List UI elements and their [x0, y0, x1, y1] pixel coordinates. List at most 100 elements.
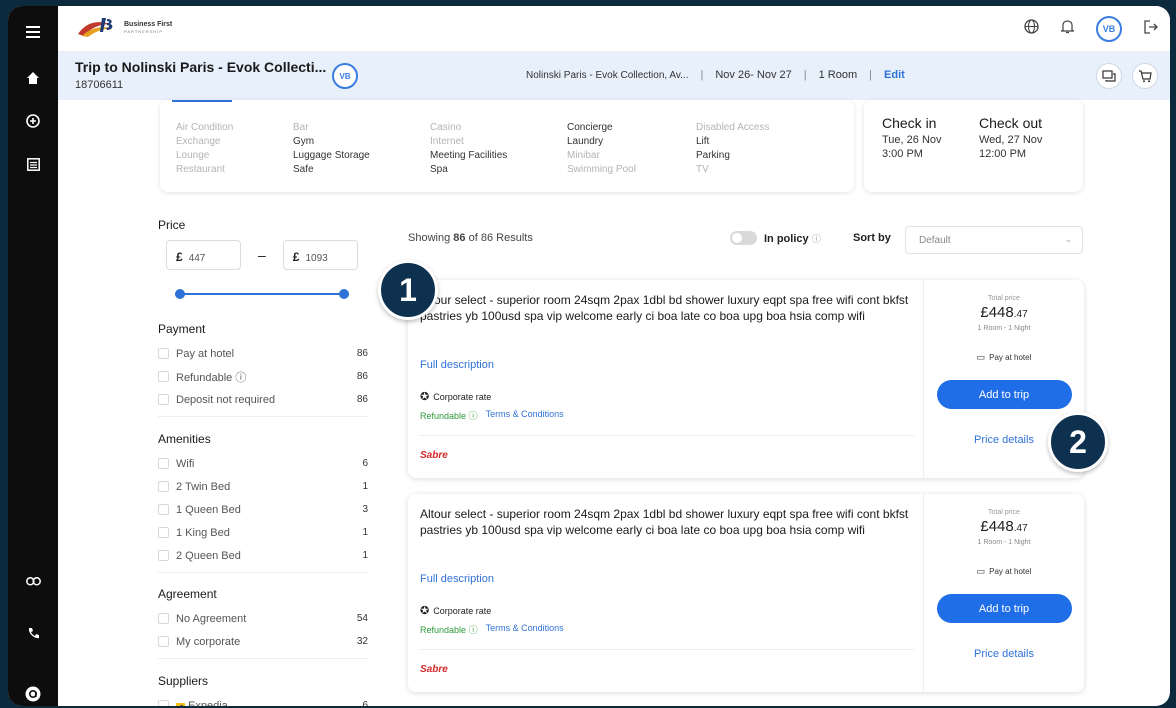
filter-option-payment[interactable]: Deposit not required 86	[158, 388, 368, 411]
user-avatar[interactable]: VB	[1096, 16, 1122, 42]
amenity-item: Bar	[293, 122, 309, 133]
trip-dates: Nov 26- Nov 27	[715, 69, 792, 81]
checkbox[interactable]	[158, 394, 169, 405]
filter-option-amenities[interactable]: Wifi 6	[158, 452, 368, 475]
price-details-link[interactable]: Price details	[924, 648, 1084, 660]
price-max-input[interactable]: £1093	[282, 240, 358, 270]
logout-icon[interactable]	[1144, 19, 1158, 39]
separator: |	[700, 69, 704, 81]
top-actions: VB	[1024, 16, 1158, 42]
info-icon[interactable]: ⓘ	[469, 625, 478, 635]
cart-icon[interactable]	[1132, 63, 1158, 89]
bell-icon[interactable]	[1059, 19, 1076, 39]
checkout-block: Check out Wed, 27 Nov 12:00 PM	[979, 116, 1042, 161]
sort-value: Default	[919, 235, 951, 246]
total-price: £448.47	[924, 518, 1084, 535]
amenity-item: Parking	[696, 150, 730, 161]
globe-icon[interactable]	[1024, 19, 1039, 39]
chat-icon[interactable]	[1096, 63, 1122, 89]
checkbox[interactable]	[158, 700, 169, 706]
hotel-result-card: Altour select - superior room 24sqm 2pax…	[408, 280, 1084, 478]
checkbox[interactable]	[158, 371, 169, 382]
trip-title: Trip to Nolinski Paris - Evok Collecti..…	[75, 59, 327, 75]
trip-rooms: 1 Room	[818, 69, 858, 81]
checkbox[interactable]	[158, 527, 169, 538]
filter-option-text: Deposit not required	[176, 393, 276, 406]
card-icon: ▭	[976, 566, 986, 576]
checkbox[interactable]	[158, 550, 169, 561]
filter-option-agreement[interactable]: No Agreement 54	[158, 607, 368, 630]
checkout-label: Check out	[979, 115, 1043, 131]
home-icon[interactable]	[21, 66, 45, 90]
filter-option-count: 6	[362, 700, 368, 706]
shown-count: 86	[453, 232, 466, 244]
terms-link[interactable]: Terms & Conditions	[486, 623, 564, 636]
filter-option-amenities[interactable]: 1 Queen Bed 3	[158, 498, 368, 521]
filter-option-count: 86	[356, 348, 368, 359]
filter-option-count: 3	[362, 504, 368, 515]
checkbox[interactable]	[158, 348, 169, 359]
sort-select[interactable]: Default ⌄	[905, 226, 1083, 254]
amenity-item: Swimming Pool	[567, 164, 636, 175]
checkbox[interactable]	[158, 636, 169, 647]
amenity-item: Laundry	[567, 136, 604, 147]
in-policy-toggle[interactable]	[730, 231, 757, 245]
checkbox[interactable]	[158, 481, 169, 492]
link-icon[interactable]	[21, 569, 45, 593]
total-price-label: Total price	[988, 509, 1020, 516]
full-description-link[interactable]: Full description	[420, 573, 494, 585]
info-icon[interactable]: ⓘ	[812, 234, 821, 244]
amenities-filter-title: Amenities	[158, 432, 211, 446]
filter-option-amenities[interactable]: 2 Twin Bed 1	[158, 475, 368, 498]
add-circle-icon[interactable]	[21, 109, 45, 133]
full-description-link[interactable]: Full description	[420, 359, 494, 371]
currency-symbol: £	[292, 250, 300, 264]
filter-option-amenities[interactable]: 2 Queen Bed 1	[158, 544, 368, 567]
slider-max-handle[interactable]	[339, 289, 349, 299]
amenity-item: Casino	[430, 122, 462, 133]
payment-filter-title: Payment	[158, 322, 206, 336]
rooms-nights: 1 Room - 1 Night	[977, 539, 1031, 546]
logo-line-1: Business First	[124, 20, 173, 28]
amenity-item: Safe	[293, 164, 314, 175]
checkbox[interactable]	[158, 458, 169, 469]
price-slider[interactable]	[175, 288, 349, 300]
left-sidebar	[8, 6, 58, 706]
add-to-trip-button[interactable]: Add to trip	[936, 380, 1072, 409]
info-icon[interactable]: ⓘ	[469, 411, 478, 421]
filter-option-label: Deposit not required	[176, 394, 348, 406]
separator: |	[803, 69, 807, 81]
trip-id: 18706611	[75, 79, 124, 91]
checkout-time: 12:00 PM	[979, 148, 1027, 160]
filter-option-payment[interactable]: Refundable ⓘ 86	[158, 365, 368, 388]
amenity-item: Minibar	[567, 150, 600, 161]
phone-icon[interactable]	[21, 621, 45, 645]
checkbox[interactable]	[158, 613, 169, 624]
price-min-input[interactable]: £447	[166, 240, 241, 270]
filter-option-agreement[interactable]: My corporate 32	[158, 630, 368, 653]
price-cents: .47	[1013, 523, 1028, 534]
sort-label: Sort by	[853, 232, 891, 244]
checkin-time: 3:00 PM	[882, 148, 923, 160]
edit-trip-link[interactable]: Edit	[884, 69, 905, 81]
checkbox[interactable]	[158, 504, 169, 515]
assistant-icon[interactable]	[21, 682, 45, 706]
add-to-trip-button[interactable]: Add to trip	[936, 594, 1072, 623]
terms-link[interactable]: Terms & Conditions	[486, 409, 564, 422]
filter-option-text: Expedia	[188, 699, 228, 707]
showing-prefix: Showing	[408, 232, 451, 244]
trip-traveler-avatar[interactable]: VB	[332, 63, 358, 89]
total-price-label: Total price	[988, 295, 1020, 302]
in-policy-label: In policy ⓘ	[764, 232, 821, 245]
filter-option-payment[interactable]: Pay at hotel 86	[158, 342, 368, 365]
filter-option-suppliers[interactable]: ↗Expedia 6	[158, 694, 368, 706]
in-policy-text: In policy	[764, 233, 809, 245]
list-icon[interactable]	[21, 152, 45, 176]
slider-min-handle[interactable]	[175, 289, 185, 299]
brand-logo[interactable]: Business First PARTNERSHIP	[76, 16, 172, 38]
filter-option-amenities[interactable]: 1 King Bed 1	[158, 521, 368, 544]
refund-terms: Refundable ⓘ Terms & Conditions	[420, 623, 564, 636]
menu-icon[interactable]	[21, 20, 45, 44]
filter-option-text: 2 Queen Bed	[176, 549, 241, 562]
filter-option-label: ↗Expedia	[176, 699, 348, 707]
